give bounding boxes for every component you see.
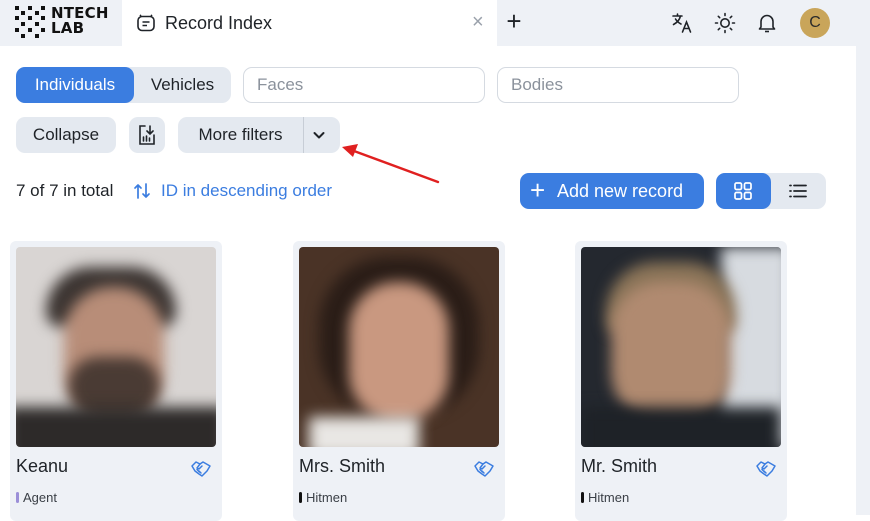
tab-close-icon[interactable]: × <box>472 12 484 32</box>
add-new-record-button[interactable]: + Add new record <box>520 173 704 209</box>
logo-line-2: LAB <box>51 19 85 37</box>
photo-collar-shape <box>309 417 419 447</box>
sort-order-label: ID in descending order <box>161 181 333 200</box>
handshake-link-icon[interactable] <box>473 457 495 479</box>
handshake-link-icon[interactable] <box>190 457 212 479</box>
tag-color-dot <box>581 492 584 503</box>
list-view-icon <box>789 184 807 198</box>
more-filters-button[interactable]: More filters <box>178 117 340 153</box>
list-view-button[interactable] <box>771 173 826 209</box>
more-filters-label: More filters <box>198 125 283 144</box>
export-download-icon <box>139 125 155 145</box>
record-index-icon <box>137 14 155 32</box>
tab-title: Record Index <box>165 13 273 33</box>
tab-vehicles[interactable]: Vehicles <box>134 67 231 103</box>
record-name: Keanu <box>16 456 69 476</box>
grid-view-button[interactable] <box>716 173 771 209</box>
faces-filter-input[interactable]: Faces <box>243 67 485 103</box>
sort-arrows-icon <box>134 183 150 199</box>
annotation-arrow <box>342 144 440 184</box>
bodies-filter-input[interactable]: Bodies <box>497 67 739 103</box>
notification-bell-icon[interactable] <box>755 11 779 35</box>
record-card[interactable]: Mrs. Smith Hitmen <box>293 241 505 521</box>
photo-body-shape <box>16 407 216 447</box>
tag-label: Hitmen <box>306 490 348 505</box>
new-tab-button[interactable]: + <box>502 8 526 35</box>
translate-icon[interactable] <box>670 11 694 35</box>
scroll-gutter <box>856 46 870 515</box>
photo-face-shape <box>349 282 449 422</box>
tag-color-dot <box>299 492 302 503</box>
tag-color-dot <box>16 492 19 503</box>
record-photo[interactable] <box>16 247 216 447</box>
theme-sun-icon[interactable] <box>713 11 737 35</box>
record-card[interactable]: Keanu Agent <box>10 241 222 521</box>
photo-face-shape <box>611 282 731 422</box>
record-name: Mrs. Smith <box>299 456 386 476</box>
ntech-lab-logo[interactable]: NTECH LAB <box>15 6 108 40</box>
logo-text: NTECH LAB <box>51 6 109 36</box>
tab-record-index[interactable]: Record Index × <box>122 0 497 46</box>
tag-label: Agent <box>23 490 57 505</box>
collapse-button[interactable]: Collapse <box>16 117 116 153</box>
results-count: 7 of 7 in total <box>16 181 114 200</box>
user-avatar[interactable]: C <box>800 8 830 38</box>
tag-label: Hitmen <box>588 490 630 505</box>
entity-type-switch: Individuals Vehicles <box>16 67 231 103</box>
handshake-link-icon[interactable] <box>755 457 777 479</box>
top-bar: NTECH LAB Record Index × + C <box>0 0 870 46</box>
record-photo[interactable] <box>581 247 781 447</box>
record-photo[interactable] <box>299 247 499 447</box>
chevron-down-icon[interactable] <box>310 126 328 144</box>
record-name: Mr. Smith <box>581 456 658 476</box>
plus-icon: + <box>530 175 546 205</box>
record-card[interactable]: Mr. Smith Hitmen <box>575 241 787 521</box>
more-filters-divider <box>303 117 304 153</box>
grid-view-icon <box>734 182 752 200</box>
logo-mark-icon <box>15 6 45 38</box>
view-mode-switch <box>716 173 826 209</box>
export-button[interactable] <box>129 117 165 153</box>
photo-body-shape <box>581 407 781 447</box>
tab-individuals[interactable]: Individuals <box>16 67 134 103</box>
add-new-record-label: Add new record <box>557 181 684 201</box>
